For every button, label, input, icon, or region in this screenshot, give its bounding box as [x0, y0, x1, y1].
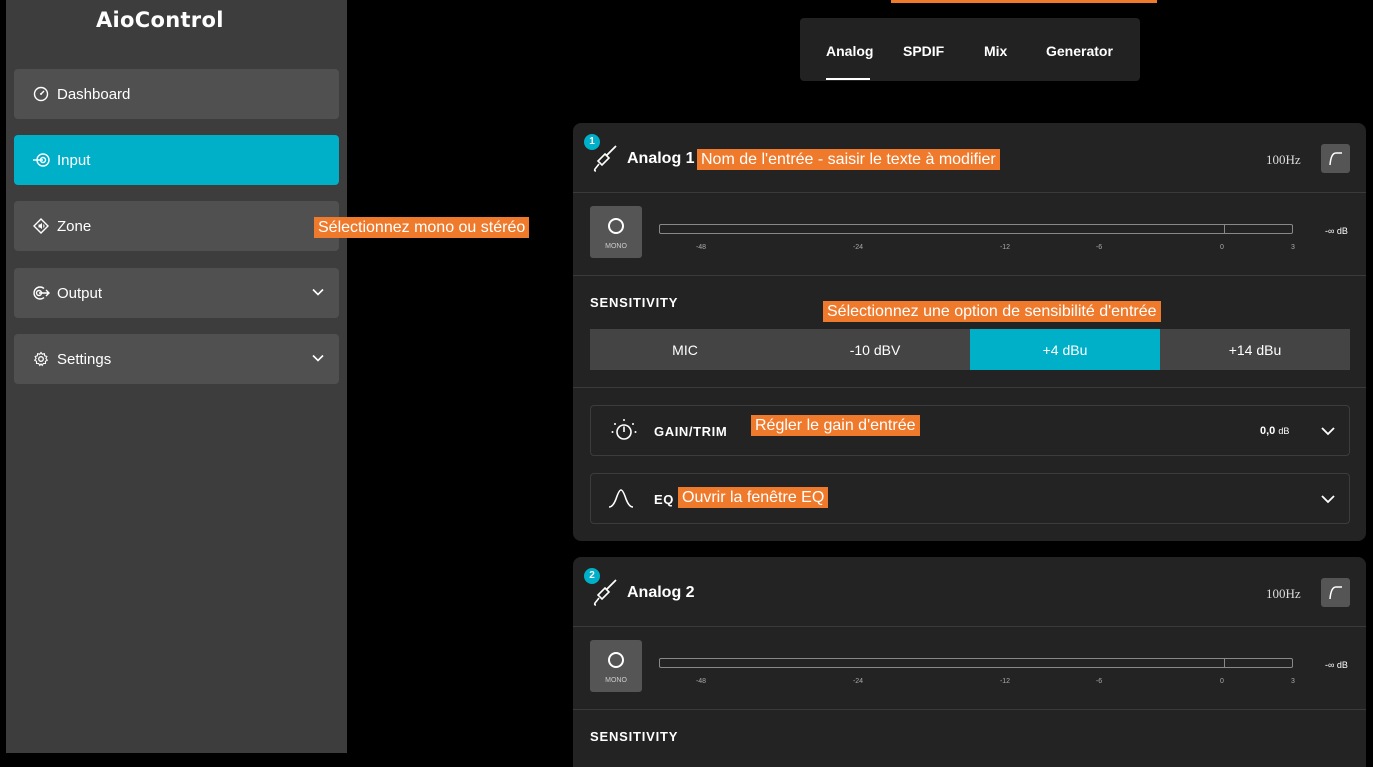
mono-stereo-toggle[interactable]: MONO	[590, 206, 642, 258]
sensitivity-option-mic[interactable]: MIC	[590, 329, 780, 370]
active-tab-indicator	[826, 78, 870, 80]
meter-tick: -12	[999, 678, 1011, 685]
divider	[573, 192, 1366, 193]
jack-plug-icon	[593, 579, 617, 606]
annotation-eq-hint: Ouvrir la fenêtre EQ	[678, 487, 829, 508]
gauge-icon	[32, 85, 50, 103]
sensitivity-label: SENSITIVITY	[590, 729, 679, 744]
jack-plug-icon	[593, 145, 617, 172]
channel-name[interactable]: Analog 1	[627, 150, 695, 168]
annotation-sensitivity-hint: Sélectionnez une option de sensibilité d…	[823, 301, 1161, 322]
sidebar-item-label: Settings	[57, 350, 112, 368]
highpass-filter-icon	[1329, 586, 1342, 600]
app-logo: AioControl	[96, 8, 224, 32]
gain-trim-panel[interactable]: GAIN/TRIM 0,0 dB	[590, 405, 1350, 456]
sidebar-item-label: Zone	[57, 217, 92, 235]
sidebar-item-dashboard[interactable]: Dashboard	[14, 69, 339, 119]
meter-tick: -12	[999, 244, 1011, 251]
channel-name[interactable]: Analog 2	[627, 584, 695, 602]
knob-icon	[611, 419, 637, 440]
highpass-frequency: 100Hz	[1266, 152, 1301, 167]
meter-tick: 3	[1291, 678, 1295, 685]
annotation-mono-hint: Sélectionnez mono ou stéréo	[314, 217, 530, 238]
channel-card-2: 2 Analog 2 100Hz MONO -48 -24 -12 -6 0 3…	[573, 557, 1366, 767]
level-meter	[659, 224, 1293, 234]
meter-tick: 3	[1291, 244, 1295, 251]
meter-tick: 0	[1220, 244, 1224, 251]
gain-trim-value: 0,0 dB	[1260, 425, 1290, 437]
channel-card-1: 1 Analog 1 100Hz MONO -48 -24 -12 -6 0 3…	[573, 123, 1366, 541]
sensitivity-option-plus4dbu[interactable]: +4 dBu	[970, 329, 1160, 370]
sensitivity-selector: MIC -10 dBV +4 dBu +14 dBu	[590, 329, 1350, 370]
sidebar-item-input[interactable]: Input	[14, 135, 339, 185]
sensitivity-option-plus14dbu[interactable]: +14 dBu	[1160, 329, 1350, 370]
meter-tick: -48	[695, 678, 707, 685]
gain-trim-label: GAIN/TRIM	[654, 424, 728, 439]
mono-stereo-toggle[interactable]: MONO	[590, 640, 642, 692]
level-meter	[659, 658, 1293, 668]
tab-analog[interactable]: Analog	[826, 43, 873, 59]
speaker-icon	[32, 217, 50, 235]
chevron-down-icon	[312, 354, 324, 362]
highpass-filter-icon	[1329, 152, 1342, 166]
mono-circle-icon	[608, 218, 624, 234]
meter-db-value: -∞ dB	[1325, 226, 1348, 236]
highpass-filter-button[interactable]	[1321, 578, 1350, 607]
input-type-tabs: Analog SPDIF Mix Generator	[800, 18, 1140, 81]
meter-tick: -6	[1095, 678, 1103, 685]
chevron-down-icon	[1321, 427, 1335, 436]
meter-tick: -24	[852, 244, 864, 251]
chevron-down-icon	[1321, 495, 1335, 504]
sidebar-item-label: Dashboard	[57, 85, 131, 103]
sidebar-item-settings[interactable]: Settings	[14, 334, 339, 384]
divider	[573, 387, 1366, 388]
sidebar-item-zone[interactable]: Zone	[14, 201, 339, 251]
tab-generator[interactable]: Generator	[1046, 43, 1113, 59]
eq-curve-icon	[608, 489, 634, 508]
sidebar: AioControl Dashboard Input Zone Output S…	[6, 0, 347, 753]
annotation-gain-hint: Régler le gain d'entrée	[751, 415, 920, 436]
chevron-down-icon	[312, 288, 324, 296]
meter-tick: -6	[1095, 244, 1103, 251]
input-icon	[32, 151, 50, 169]
sidebar-item-label: Input	[57, 151, 91, 169]
meter-db-value: -∞ dB	[1325, 660, 1348, 670]
meter-tick: -48	[695, 244, 707, 251]
mono-label: MONO	[605, 677, 627, 684]
sensitivity-option-minus10dbv[interactable]: -10 dBV	[780, 329, 970, 370]
highpass-filter-button[interactable]	[1321, 144, 1350, 173]
highpass-frequency: 100Hz	[1266, 586, 1301, 601]
annotation-name-hint: Nom de l'entrée - saisir le texte à modi…	[697, 149, 1000, 170]
meter-tick: 0	[1220, 678, 1224, 685]
output-icon	[32, 284, 50, 302]
sidebar-item-output[interactable]: Output	[14, 268, 339, 318]
sidebar-item-label: Output	[57, 284, 103, 302]
tab-spdif[interactable]: SPDIF	[903, 43, 944, 59]
sensitivity-label: SENSITIVITY	[590, 295, 679, 310]
eq-label: EQ	[654, 492, 674, 507]
divider	[573, 626, 1366, 627]
mono-label: MONO	[605, 243, 627, 250]
mono-circle-icon	[608, 652, 624, 668]
divider	[573, 709, 1366, 710]
meter-tick: -24	[852, 678, 864, 685]
gear-icon	[32, 350, 50, 368]
annotation-top-cropped	[891, 0, 1157, 3]
divider	[573, 275, 1366, 276]
tab-mix[interactable]: Mix	[984, 43, 1007, 59]
